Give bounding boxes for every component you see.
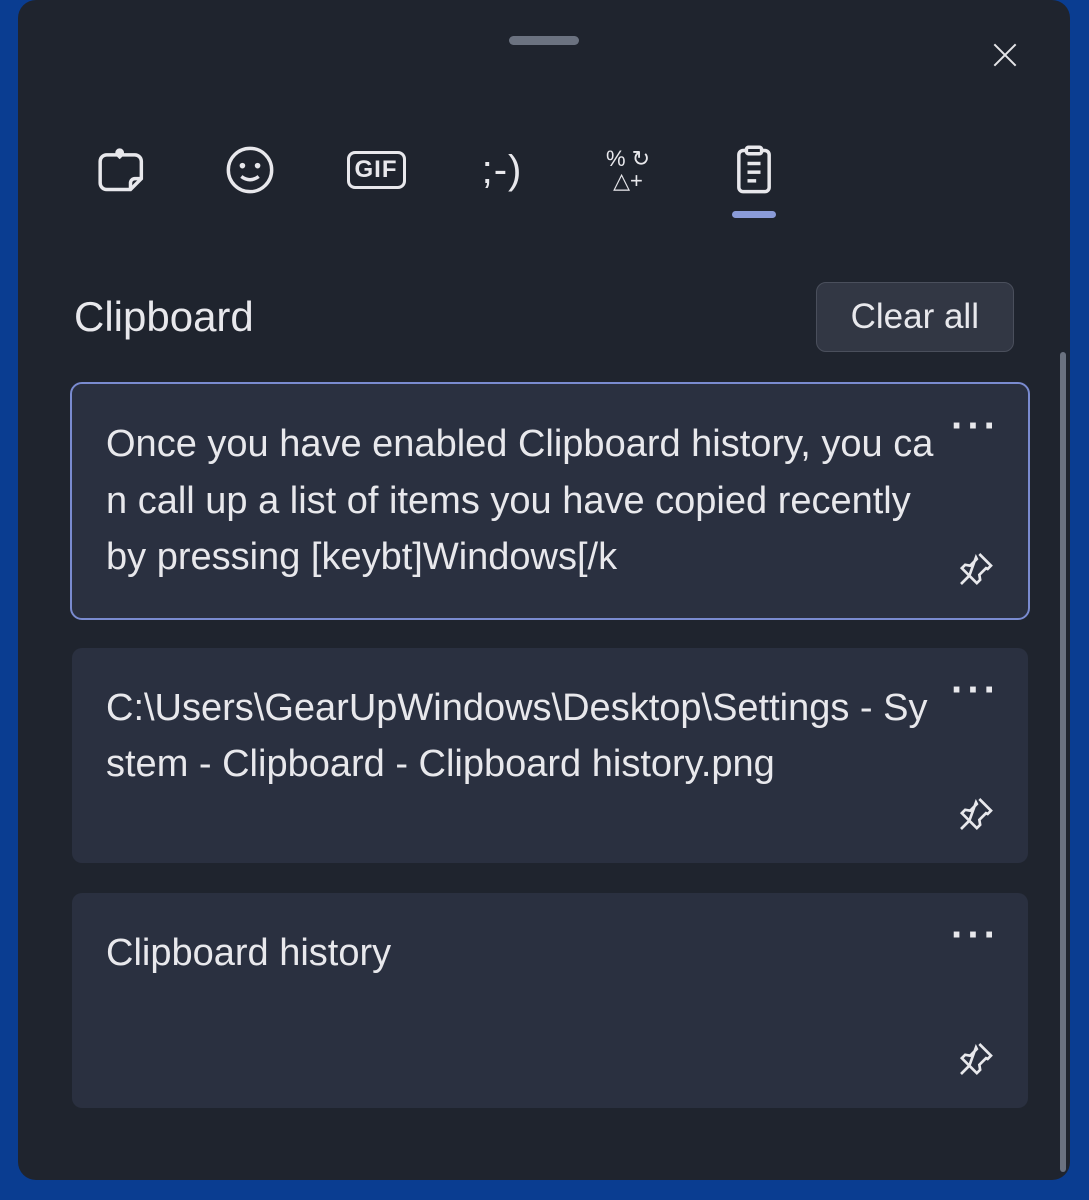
close-icon	[989, 39, 1021, 71]
gif-icon: GIF	[347, 151, 406, 189]
drag-handle[interactable]	[509, 36, 579, 45]
kaomoji-icon: ;-)	[482, 148, 523, 193]
clip-list: Once you have enabled Clipboard history,…	[18, 352, 1070, 1108]
emoji-icon	[224, 144, 276, 196]
clip-actions: ···	[951, 680, 1000, 839]
tab-row: GIF ;-) % ↻ △+	[18, 0, 1070, 210]
scrollbar[interactable]	[1060, 352, 1066, 1172]
clip-item[interactable]: C:\Users\GearUpWindows\Desktop\Settings …	[72, 648, 1028, 863]
tab-symbols[interactable]: % ↻ △+	[596, 130, 660, 210]
clip-actions: ···	[951, 925, 1000, 1084]
clear-all-button[interactable]: Clear all	[816, 282, 1014, 352]
tab-favorites[interactable]	[92, 130, 156, 210]
clip-actions: ···	[951, 416, 1000, 594]
symbols-icon: % ↻ △+	[606, 148, 650, 192]
tab-kaomoji[interactable]: ;-)	[470, 130, 534, 210]
more-button[interactable]: ···	[951, 680, 1000, 700]
pin-button[interactable]	[956, 794, 996, 839]
pin-icon	[956, 1039, 996, 1079]
more-button[interactable]: ···	[951, 925, 1000, 945]
clip-item[interactable]: Once you have enabled Clipboard history,…	[72, 384, 1028, 618]
tab-clipboard[interactable]	[722, 130, 786, 210]
clip-text: Clipboard history	[106, 925, 998, 1076]
tab-emoji[interactable]	[218, 130, 282, 210]
pin-icon	[956, 794, 996, 834]
close-button[interactable]	[980, 30, 1030, 80]
pin-icon	[956, 549, 996, 589]
clip-item[interactable]: Clipboard history ···	[72, 893, 1028, 1108]
more-button[interactable]: ···	[951, 416, 1000, 436]
clipboard-panel: GIF ;-) % ↻ △+ Clipboard Clear all	[18, 0, 1070, 1180]
pin-button[interactable]	[956, 549, 996, 594]
pin-button[interactable]	[956, 1039, 996, 1084]
clip-text: Once you have enabled Clipboard history,…	[106, 416, 998, 586]
header-row: Clipboard Clear all	[18, 210, 1070, 352]
sticker-heart-icon	[98, 144, 150, 196]
tab-gif[interactable]: GIF	[344, 130, 408, 210]
clipboard-icon	[728, 144, 780, 196]
clipboard-title: Clipboard	[74, 293, 254, 341]
clip-text: C:\Users\GearUpWindows\Desktop\Settings …	[106, 680, 998, 831]
